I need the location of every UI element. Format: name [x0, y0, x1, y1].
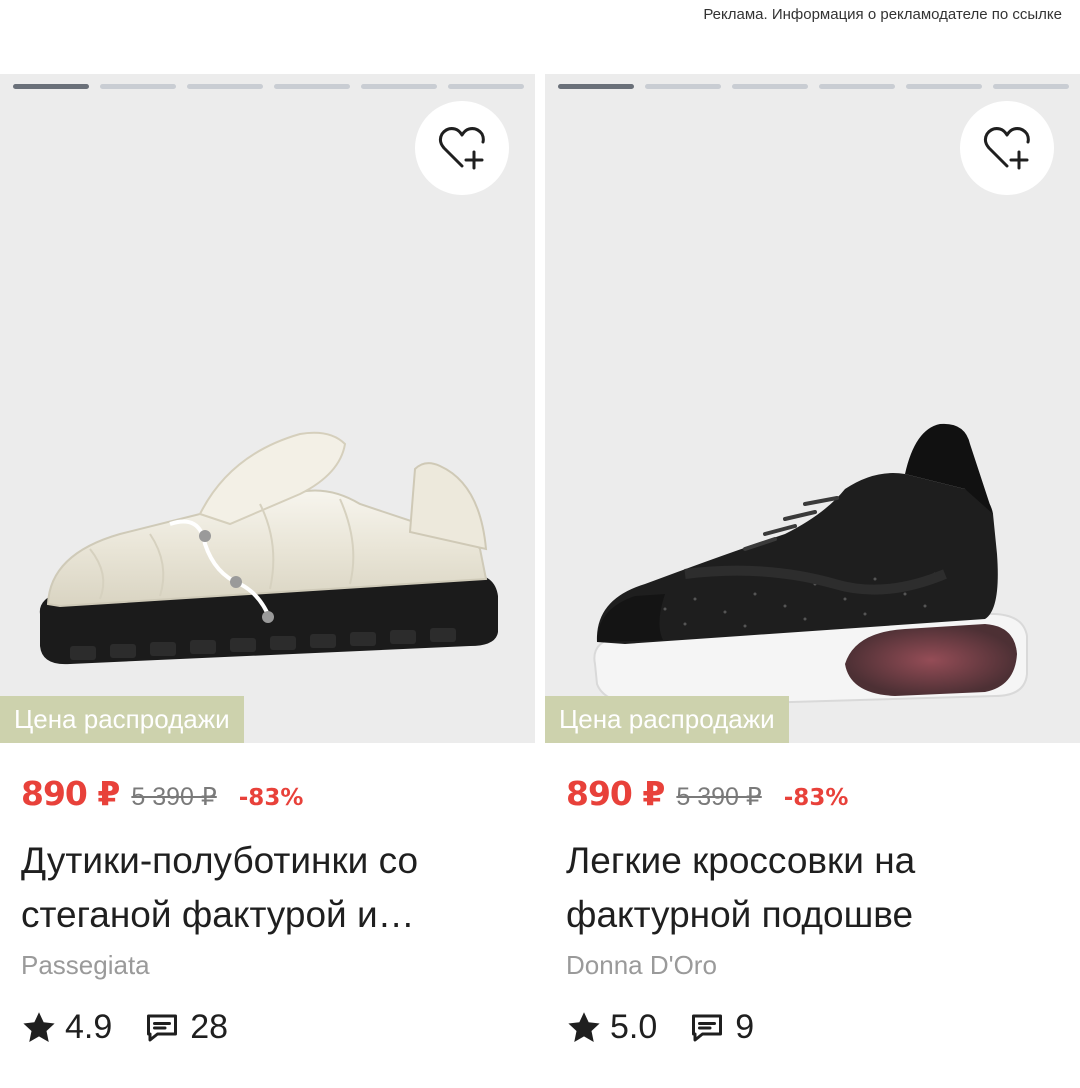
- gallery-indicator: [13, 84, 524, 89]
- current-price: 890 ₽: [21, 774, 120, 813]
- product-image-carousel[interactable]: Цена распродажи: [0, 74, 535, 743]
- star-icon: [568, 1011, 600, 1042]
- price-row: 890 ₽ 5 390 ₽ -83%: [566, 774, 848, 813]
- gallery-dot: [645, 84, 721, 89]
- comment-icon: [692, 1014, 723, 1041]
- product-image-carousel[interactable]: Цена распродажи: [545, 74, 1080, 743]
- old-price: 5 390 ₽: [676, 783, 762, 811]
- heart-plus-icon: [983, 127, 1030, 170]
- rating-row[interactable]: 5.0 9: [566, 1008, 754, 1047]
- gallery-indicator: [558, 84, 1069, 89]
- heart-plus-icon: [438, 127, 485, 170]
- product-card[interactable]: Цена распродажи 890 ₽ 5 390 ₽ -83% Легки…: [545, 74, 1080, 1088]
- old-price: 5 390 ₽: [131, 783, 217, 811]
- product-title[interactable]: Легкие кроссовки на фактурной подошве: [566, 834, 1066, 942]
- product-card[interactable]: Цена распродажи 890 ₽ 5 390 ₽ -83% Дутик…: [0, 74, 535, 1088]
- reviews-count: 28: [190, 1008, 229, 1046]
- gallery-dot: [819, 84, 895, 89]
- product-grid: Цена распродажи 890 ₽ 5 390 ₽ -83% Дутик…: [0, 74, 1080, 1088]
- discount-percent: -83%: [238, 785, 304, 811]
- add-to-favorites-button[interactable]: [960, 101, 1054, 195]
- discount-percent: -83%: [783, 785, 849, 811]
- gallery-dot: [187, 84, 263, 89]
- gallery-dot: [993, 84, 1069, 89]
- product-photo-white-quilted-shoe: [39, 431, 498, 665]
- gallery-dot-active: [558, 84, 634, 89]
- rating-value: 4.9: [65, 1008, 113, 1046]
- reviews-count: 9: [735, 1008, 755, 1046]
- add-to-favorites-button[interactable]: [415, 101, 509, 195]
- star-icon: [23, 1011, 55, 1042]
- gallery-dot: [274, 84, 350, 89]
- rating-value: 5.0: [610, 1008, 658, 1046]
- sale-badge: Цена распродажи: [0, 696, 244, 743]
- gallery-dot: [100, 84, 176, 89]
- comment-icon: [147, 1014, 178, 1041]
- gallery-dot-active: [13, 84, 89, 89]
- current-price: 890 ₽: [566, 774, 665, 813]
- rating-row[interactable]: 4.9 28: [21, 1008, 228, 1047]
- gallery-dot: [361, 84, 437, 89]
- product-photo-black-sneaker: [593, 423, 1028, 704]
- price-row: 890 ₽ 5 390 ₽ -83%: [21, 774, 303, 813]
- gallery-dot: [732, 84, 808, 89]
- product-title[interactable]: Дутики-полуботинки со стеганой фактурой …: [21, 834, 521, 942]
- gallery-dot: [906, 84, 982, 89]
- sale-badge: Цена распродажи: [545, 696, 789, 743]
- product-brand: Passegiata: [21, 950, 150, 980]
- product-brand: Donna D'Oro: [566, 950, 717, 980]
- gallery-dot: [448, 84, 524, 89]
- ad-notice[interactable]: Реклама. Информация о рекламодателе по с…: [703, 6, 1062, 23]
